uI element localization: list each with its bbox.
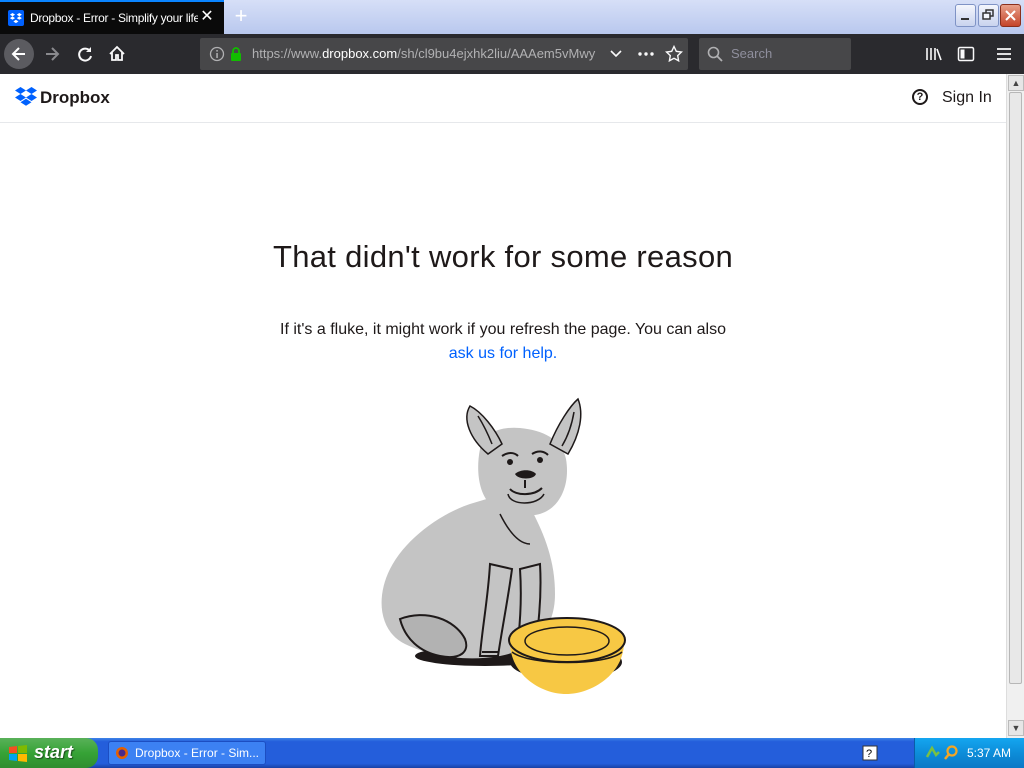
lock-icon[interactable] (229, 46, 243, 62)
dropbox-logo-text[interactable]: Dropbox (40, 88, 110, 108)
search-icon (707, 46, 723, 62)
dropbox-favicon-icon (8, 10, 24, 26)
scroll-up-icon[interactable]: ▲ (1008, 75, 1024, 91)
clock: 5:37 AM (967, 746, 1012, 760)
page-content: Dropbox ? Sign In That didn't work for s… (0, 74, 1006, 738)
reload-icon (78, 47, 92, 62)
restore-button[interactable] (978, 4, 999, 27)
minimize-icon (961, 18, 969, 20)
new-tab-icon[interactable]: + (230, 4, 252, 28)
tab-close-icon[interactable]: ✕ (198, 8, 216, 26)
close-window-button[interactable] (1000, 4, 1021, 27)
chevron-down-icon[interactable] (609, 48, 623, 60)
help-link[interactable]: ask us for help. (449, 345, 558, 362)
error-message: If it's a fluke, it might work if you re… (280, 321, 726, 338)
sad-dog-illustration (381, 397, 626, 694)
bookmark-star-icon[interactable] (665, 45, 683, 63)
url-text[interactable]: https://www.dropbox.com/sh/cl9bu4ejxhk2l… (252, 46, 600, 61)
sidebar-icon[interactable] (957, 46, 975, 62)
restore-icon (982, 9, 994, 20)
back-arrow-icon (11, 47, 25, 61)
reload-button[interactable] (70, 39, 100, 69)
page-scrollbar[interactable]: ▲ ▼ (1006, 74, 1024, 738)
taskbar: start Dropbox - Error - Sim... ? 5:37 AM (0, 738, 1024, 768)
search-input[interactable]: Search (699, 38, 851, 70)
taskbar-item-firefox[interactable]: Dropbox - Error - Sim... (108, 741, 266, 765)
browser-tab[interactable]: Dropbox - Error - Simplify your life ✕ (0, 0, 224, 34)
dropbox-logo-icon[interactable] (15, 87, 37, 107)
scrollbar-thumb[interactable] (1009, 92, 1022, 684)
home-icon (109, 45, 125, 61)
start-button[interactable]: start (0, 738, 98, 768)
system-tray: 5:37 AM (914, 738, 1024, 768)
network-tray-icon[interactable] (925, 745, 941, 761)
url-bar[interactable]: https://www.dropbox.com/sh/cl9bu4ejxhk2l… (200, 38, 688, 70)
help-icon[interactable]: ? (912, 89, 928, 105)
tab-title: Dropbox - Error - Simplify your life (30, 11, 198, 25)
tab-strip: Dropbox - Error - Simplify your life ✕ + (0, 0, 1024, 34)
url-path: /sh/cl9bu4ejxhk2liu/AAAem5vMwy (397, 46, 596, 61)
home-button[interactable] (102, 39, 132, 69)
error-title: That didn't work for some reason (272, 239, 734, 274)
svg-text:?: ? (866, 748, 872, 760)
magnifier-tray-icon[interactable] (943, 745, 959, 761)
menu-icon[interactable] (996, 46, 1012, 62)
firefox-icon (116, 747, 128, 759)
scroll-down-icon[interactable]: ▼ (1008, 720, 1024, 736)
library-icon[interactable] (925, 46, 943, 62)
taskbar-item-label: Dropbox - Error - Sim... (135, 746, 260, 760)
start-label: start (34, 742, 74, 762)
sign-in-link[interactable]: Sign In (942, 89, 992, 107)
forward-button[interactable] (38, 39, 68, 69)
url-prefix: https://www. (252, 46, 323, 61)
site-header: Dropbox ? Sign In (0, 74, 1006, 123)
more-actions-icon[interactable] (637, 48, 655, 60)
url-domain: dropbox.com (322, 46, 398, 61)
minimize-button[interactable] (955, 4, 976, 27)
info-icon[interactable] (209, 46, 225, 62)
search-placeholder: Search (731, 46, 773, 61)
help-tray-icon[interactable]: ? (862, 745, 878, 761)
close-icon (1005, 10, 1016, 21)
navigation-toolbar: https://www.dropbox.com/sh/cl9bu4ejxhk2l… (0, 34, 1024, 74)
back-button[interactable] (4, 39, 34, 69)
forward-arrow-icon (46, 47, 60, 61)
windows-logo-icon (9, 745, 27, 762)
